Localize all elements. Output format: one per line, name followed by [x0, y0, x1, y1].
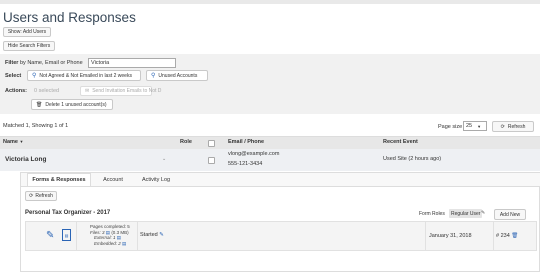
filter-input[interactable]: Victoria [88, 58, 176, 68]
form-date: January 31, 2018 [429, 233, 472, 239]
divider [493, 222, 494, 250]
edit-status-icon[interactable]: ✎ [159, 232, 164, 238]
show-add-users-button[interactable]: Show: Add Users [3, 27, 51, 37]
refresh-icon: ⟳ [500, 123, 505, 130]
recent-event: Used Site (2 hours ago) [383, 156, 442, 162]
form-id: # 234 🗑 [496, 233, 519, 239]
delete-unused-button[interactable]: 🗑 Delete 1 unused account(s) [31, 99, 113, 110]
filter-label: Filter by Name, Email or Phone [5, 60, 83, 66]
hide-search-filters-button[interactable]: Hide Search Filters [3, 41, 55, 51]
edit-roles-icon[interactable]: ✎ [481, 210, 485, 216]
divider [137, 222, 138, 250]
table-row[interactable]: Victoria Long ⌄ vlong@example.com 555-12… [0, 149, 540, 171]
expand-chevron-icon[interactable]: ⌄ [162, 156, 166, 162]
user-phone: 555-121-3434 [228, 161, 263, 167]
col-role: Role [180, 139, 192, 145]
add-new-button[interactable]: Add New [494, 209, 526, 220]
refresh-icon: ⟳ [29, 193, 34, 199]
chevron-down-icon: ▼ [477, 123, 482, 129]
col-email-phone: Email / Phone [228, 139, 265, 145]
edit-pencil-icon[interactable]: ✎ [46, 230, 54, 241]
row-checkbox[interactable] [208, 157, 215, 164]
top-bar [0, 0, 540, 4]
pdf-icon[interactable]: ▤ [62, 229, 71, 241]
form-roles-label: Form Roles [419, 211, 445, 217]
page-title: Users and Responses [3, 10, 136, 25]
sort-icon: ▼ [19, 139, 24, 144]
select-unused-accounts-button[interactable]: ⚲ Unused Accounts [146, 70, 208, 81]
search-icon: ⚲ [32, 73, 37, 79]
form-status: Started ✎ [140, 232, 164, 238]
page-size-select[interactable]: 25 ▼ [463, 121, 487, 131]
user-detail-panel: Forms & Responses Account Activity Log ⟳… [20, 172, 540, 272]
send-invitation-button[interactable]: ✉ Send Invitation Emails to Not D [80, 86, 161, 96]
files-icon: ▤ [105, 229, 111, 235]
col-recent-event: Recent Event [383, 139, 418, 145]
external-files-icon: ▤ [116, 235, 122, 240]
tab-activity-log[interactable]: Activity Log [135, 173, 177, 186]
form-response-row[interactable]: ✎ ▤ Pages completed: 5 Files: 3 ▤ (0.3 M… [25, 221, 537, 251]
form-stats: Pages completed: 5 Files: 3 ▤ (0.3 MB) E… [90, 224, 130, 246]
table-header: Name ▼ Role Email / Phone Recent Event [0, 136, 540, 149]
divider [425, 222, 426, 250]
trash-icon: 🗑 [36, 101, 43, 108]
detail-refresh-button[interactable]: ⟳ Refresh [25, 191, 57, 201]
tab-account[interactable]: Account [97, 173, 129, 186]
select-not-agreed-button[interactable]: ⚲ Not Agreed & Not Emailed in last 2 week… [27, 70, 141, 81]
user-name[interactable]: Victoria Long [5, 156, 46, 163]
delete-icon[interactable]: 🗑 [511, 233, 518, 239]
mail-icon: ✉ [85, 88, 90, 94]
select-all-checkbox[interactable] [208, 140, 215, 147]
select-label: Select [5, 73, 22, 79]
refresh-button[interactable]: ⟳ Refresh [492, 121, 534, 132]
col-name[interactable]: Name ▼ [3, 139, 23, 145]
actions-label: Actions: [5, 88, 27, 94]
form-title: Personal Tax Organizer - 2017 [25, 210, 111, 216]
form-roles-badge: Regular User [449, 209, 483, 218]
tab-forms-responses[interactable]: Forms & Responses [27, 173, 91, 186]
embedded-files-icon: ▤ [122, 240, 127, 246]
detail-tabs: Forms & Responses Account Activity Log [21, 173, 540, 187]
user-email: vlong@example.com [228, 151, 280, 157]
page-size-label: Page size [438, 124, 463, 130]
results-summary: Matched 1, Showing 1 of 1 [3, 123, 69, 129]
selected-count: 0 selected [34, 88, 60, 94]
divider [76, 222, 77, 250]
search-icon: ⚲ [151, 73, 156, 79]
